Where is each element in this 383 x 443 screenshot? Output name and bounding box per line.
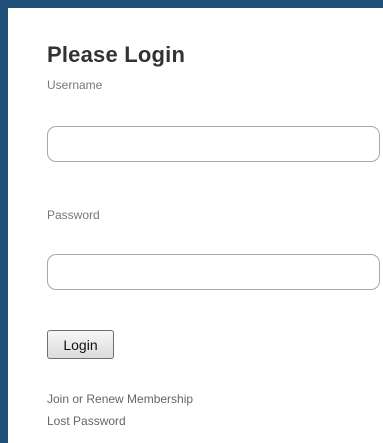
lost-password-link[interactable]: Lost Password [47, 414, 126, 428]
username-input[interactable] [47, 126, 380, 162]
login-panel: Please Login Username Password Login Joi… [0, 0, 383, 443]
login-button[interactable]: Login [47, 330, 114, 359]
page-title: Please Login [47, 42, 186, 67]
password-label: Password [47, 208, 100, 222]
join-renew-membership-link[interactable]: Join or Renew Membership [47, 392, 193, 406]
username-label: Username [47, 78, 103, 92]
password-input[interactable] [47, 254, 380, 290]
